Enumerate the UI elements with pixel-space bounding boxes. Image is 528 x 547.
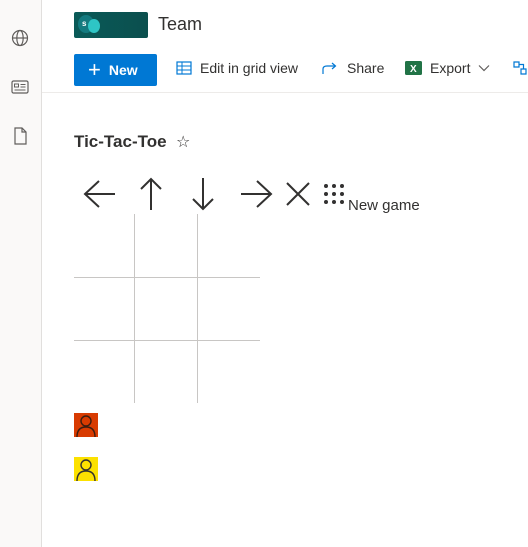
down-arrow-button[interactable] xyxy=(185,176,221,212)
up-arrow-icon xyxy=(140,177,162,210)
board-cell[interactable] xyxy=(198,341,258,403)
right-arrow-button[interactable] xyxy=(238,176,274,212)
logo-letter: s xyxy=(82,19,87,28)
excel-icon: X xyxy=(405,61,422,75)
board-cell[interactable] xyxy=(135,278,195,340)
board-cell[interactable] xyxy=(74,214,134,276)
share-label: Share xyxy=(347,60,385,76)
plus-icon: + xyxy=(88,57,101,82)
game-board xyxy=(74,214,260,403)
board-grid-line xyxy=(74,340,260,341)
board-cell[interactable] xyxy=(198,278,258,340)
grid-icon xyxy=(176,61,192,75)
player-two-avatar xyxy=(74,457,98,481)
board-cell[interactable] xyxy=(135,341,195,403)
down-arrow-icon xyxy=(192,178,214,211)
board-grid-line xyxy=(134,214,135,403)
up-arrow-button[interactable] xyxy=(133,176,169,212)
waffle-icon xyxy=(324,184,344,204)
news-icon[interactable] xyxy=(6,73,34,101)
document-icon[interactable] xyxy=(6,122,34,150)
person-icon xyxy=(76,459,96,481)
new-button-label: New xyxy=(108,62,138,78)
board-cell[interactable] xyxy=(74,341,134,403)
svg-text:X: X xyxy=(410,64,417,75)
person-icon xyxy=(76,415,96,437)
board-grid-line xyxy=(197,214,198,403)
globe-icon[interactable] xyxy=(6,24,34,52)
board-cell[interactable] xyxy=(74,278,134,340)
logo-shape xyxy=(88,19,100,33)
board-cell[interactable] xyxy=(135,214,195,276)
new-button[interactable]: + New xyxy=(74,54,157,86)
close-button[interactable] xyxy=(280,176,316,212)
page-title: Tic-Tac-Toe xyxy=(74,132,167,151)
edit-grid-view-label: Edit in grid view xyxy=(200,60,299,76)
left-rail xyxy=(0,0,42,547)
right-arrow-icon xyxy=(241,180,273,208)
site-title[interactable]: Team xyxy=(158,14,202,35)
flow-icon xyxy=(513,61,527,75)
board-cell[interactable] xyxy=(198,214,258,276)
share-button[interactable]: Share xyxy=(322,60,384,76)
close-icon xyxy=(286,182,310,206)
left-arrow-button[interactable] xyxy=(82,176,118,212)
automate-button[interactable] xyxy=(512,60,528,76)
command-bar: + New Edit in grid view Share X Export xyxy=(42,48,528,93)
export-button[interactable]: X Export xyxy=(405,60,498,76)
chevron-down-icon xyxy=(479,65,490,72)
site-logo[interactable]: s xyxy=(74,12,148,38)
edit-grid-view-button[interactable]: Edit in grid view xyxy=(176,60,298,76)
share-icon xyxy=(322,62,337,74)
favorite-star-icon[interactable]: ☆ xyxy=(176,132,190,152)
new-game-button[interactable]: New game xyxy=(322,182,420,214)
site-header: s Team xyxy=(42,0,528,48)
new-game-label: New game xyxy=(348,197,420,214)
export-label: Export xyxy=(430,60,471,76)
left-arrow-icon xyxy=(83,180,115,208)
board-grid-line xyxy=(74,277,260,278)
player-one-avatar xyxy=(74,413,98,437)
app-window: s Team + New Edit in grid view Share X E… xyxy=(0,0,528,547)
